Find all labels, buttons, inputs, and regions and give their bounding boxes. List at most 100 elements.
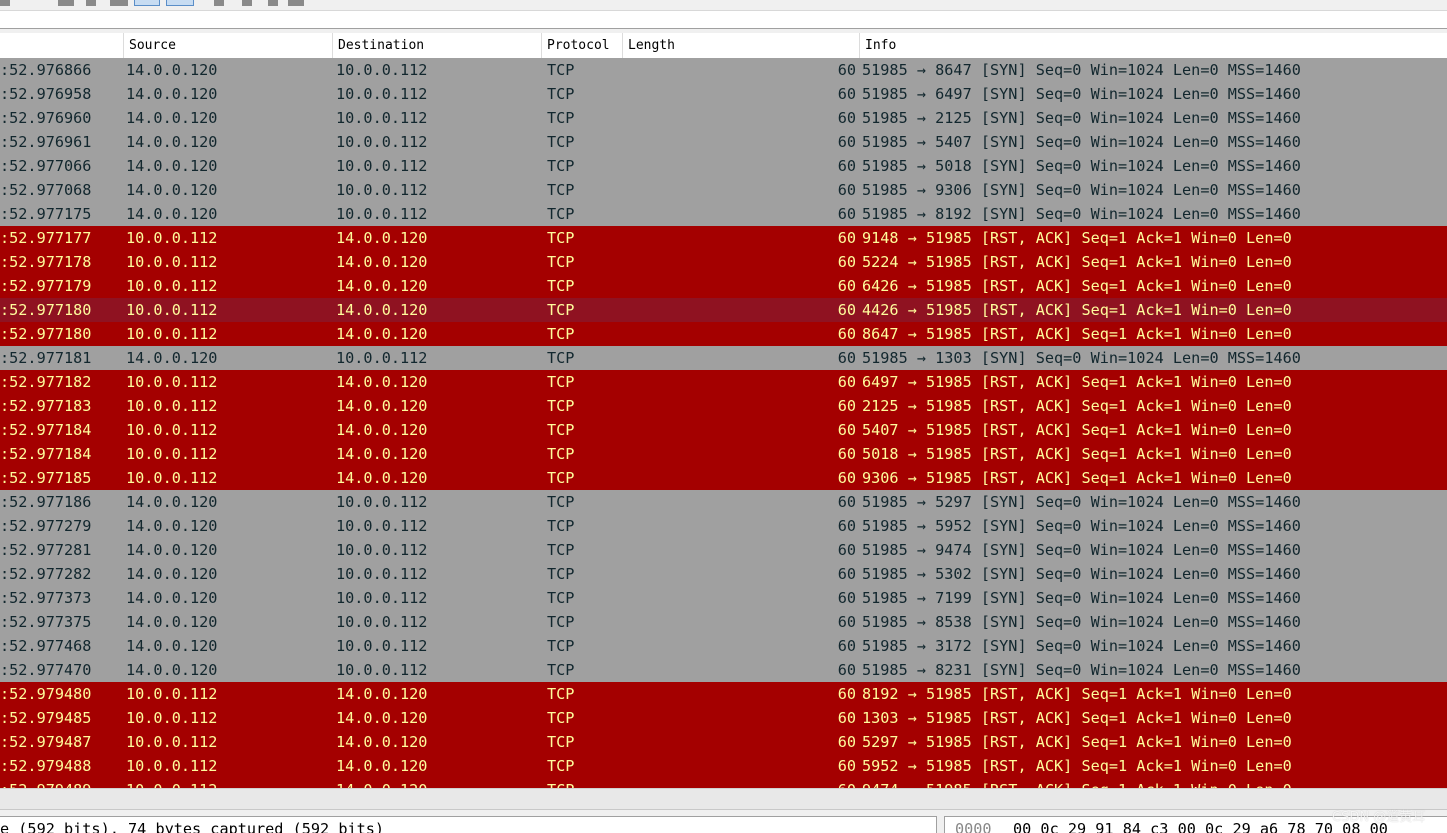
packet-row[interactable]: :52.979487 10.0.0.112 14.0.0.120 TCP 60 5297 … — [0, 730, 1447, 754]
packet-info: 5018 → 51985 [RST, ACK] Seq=1 Ack=1 Win=… — [862, 445, 1292, 463]
column-header-source[interactable]: Source — [123, 33, 333, 58]
packet-row[interactable]: :52.977185 10.0.0.112 14.0.0.120 TCP 60 9306 … — [0, 466, 1447, 490]
packet-length: 60 — [837, 709, 856, 727]
toolbar-icon[interactable] — [0, 0, 10, 6]
packet-row[interactable]: :52.979488 10.0.0.112 14.0.0.120 TCP 60 5952 … — [0, 754, 1447, 778]
packet-row[interactable]: :52.979480 10.0.0.112 14.0.0.120 TCP 60 8192 … — [0, 682, 1447, 706]
packet-info: 4426 → 51985 [RST, ACK] Seq=1 Ack=1 Win=… — [862, 301, 1292, 319]
packet-time: :52.977182 — [0, 373, 92, 391]
packet-info: 5297 → 51985 [RST, ACK] Seq=1 Ack=1 Win=… — [862, 733, 1292, 751]
packet-time: :52.977468 — [0, 637, 92, 655]
packet-row[interactable]: :52.977282 14.0.0.120 10.0.0.112 TCP 60 51985… — [0, 562, 1447, 586]
packet-protocol: TCP — [547, 565, 575, 583]
packet-time: :52.977186 — [0, 493, 92, 511]
packet-details-pane[interactable]: e (592 bits), 74 bytes captured (592 bit… — [0, 816, 937, 833]
packet-protocol: TCP — [547, 229, 575, 247]
toolbar-icon[interactable] — [86, 0, 96, 6]
packet-time: :52.976960 — [0, 109, 92, 127]
column-header-info[interactable]: Info — [859, 33, 1447, 58]
packet-row[interactable]: :52.976958 14.0.0.120 10.0.0.112 TCP 60 51985… — [0, 82, 1447, 106]
packet-length: 60 — [837, 157, 856, 175]
packet-time: :52.977470 — [0, 661, 92, 679]
packet-source: 14.0.0.120 — [126, 661, 218, 679]
resize-columns-icon[interactable] — [288, 0, 304, 6]
packet-destination: 14.0.0.120 — [336, 325, 428, 343]
packet-row[interactable]: :52.979489 10.0.0.112 14.0.0.120 TCP 60 9474 … — [0, 778, 1447, 788]
packet-row[interactable]: :52.977184 10.0.0.112 14.0.0.120 TCP 60 5018 … — [0, 442, 1447, 466]
zoom-in-icon[interactable] — [214, 0, 224, 6]
packet-row[interactable]: :52.977180 10.0.0.112 14.0.0.120 TCP 60 4426 … — [0, 298, 1447, 322]
packet-length: 60 — [837, 469, 856, 487]
packet-info: 51985 → 9474 [SYN] Seq=0 Win=1024 Len=0 … — [862, 541, 1301, 559]
column-header-destination[interactable]: Destination — [332, 33, 542, 58]
packet-row[interactable]: :52.977279 14.0.0.120 10.0.0.112 TCP 60 51985… — [0, 514, 1447, 538]
packet-row[interactable]: :52.976866 14.0.0.120 10.0.0.112 TCP 60 51985… — [0, 58, 1447, 82]
packet-row[interactable]: :52.977375 14.0.0.120 10.0.0.112 TCP 60 51985… — [0, 610, 1447, 634]
packet-protocol: TCP — [547, 685, 575, 703]
packet-source: 10.0.0.112 — [126, 469, 218, 487]
packet-row[interactable]: :52.977281 14.0.0.120 10.0.0.112 TCP 60 51985… — [0, 538, 1447, 562]
packet-row[interactable]: :52.979485 10.0.0.112 14.0.0.120 TCP 60 1303 … — [0, 706, 1447, 730]
packet-row[interactable]: :52.977468 14.0.0.120 10.0.0.112 TCP 60 51985… — [0, 634, 1447, 658]
packet-row[interactable]: :52.977373 14.0.0.120 10.0.0.112 TCP 60 51985… — [0, 586, 1447, 610]
packet-row[interactable]: :52.976961 14.0.0.120 10.0.0.112 TCP 60 51985… — [0, 130, 1447, 154]
packet-source: 14.0.0.120 — [126, 517, 218, 535]
packet-time: :52.979488 — [0, 757, 92, 775]
horizontal-scrollbar[interactable] — [0, 788, 1447, 810]
toolbar-icon[interactable] — [110, 0, 128, 6]
column-header-time[interactable] — [0, 33, 123, 58]
packet-row[interactable]: :52.977186 14.0.0.120 10.0.0.112 TCP 60 51985… — [0, 490, 1447, 514]
packet-source: 10.0.0.112 — [126, 325, 218, 343]
display-filter-input[interactable] — [0, 11, 1447, 29]
packet-row[interactable]: :52.977066 14.0.0.120 10.0.0.112 TCP 60 51985… — [0, 154, 1447, 178]
packet-info: 2125 → 51985 [RST, ACK] Seq=1 Ack=1 Win=… — [862, 397, 1292, 415]
packet-protocol: TCP — [547, 541, 575, 559]
packet-protocol: TCP — [547, 757, 575, 775]
packet-row[interactable]: :52.977183 10.0.0.112 14.0.0.120 TCP 60 2125 … — [0, 394, 1447, 418]
packet-row[interactable]: :52.977178 10.0.0.112 14.0.0.120 TCP 60 5224 … — [0, 250, 1447, 274]
packet-time: :52.977185 — [0, 469, 92, 487]
packet-source: 10.0.0.112 — [126, 757, 218, 775]
packet-row[interactable]: :52.977179 10.0.0.112 14.0.0.120 TCP 60 6426 … — [0, 274, 1447, 298]
packet-row[interactable]: :52.976960 14.0.0.120 10.0.0.112 TCP 60 51985… — [0, 106, 1447, 130]
packet-destination: 14.0.0.120 — [336, 301, 428, 319]
packet-info: 8192 → 51985 [RST, ACK] Seq=1 Ack=1 Win=… — [862, 685, 1292, 703]
packet-row[interactable]: :52.977182 10.0.0.112 14.0.0.120 TCP 60 6497 … — [0, 370, 1447, 394]
packet-list[interactable]: :52.976866 14.0.0.120 10.0.0.112 TCP 60 51985… — [0, 58, 1447, 788]
packet-source: 10.0.0.112 — [126, 373, 218, 391]
zoom-normal-icon[interactable] — [268, 0, 278, 6]
packet-protocol: TCP — [547, 421, 575, 439]
packet-source: 10.0.0.112 — [126, 778, 217, 788]
packet-row[interactable]: :52.977180 10.0.0.112 14.0.0.120 TCP 60 8647 … — [0, 322, 1447, 346]
packet-row[interactable]: :52.977181 14.0.0.120 10.0.0.112 TCP 60 51985… — [0, 346, 1447, 370]
packet-row[interactable]: :52.977184 10.0.0.112 14.0.0.120 TCP 60 5407 … — [0, 418, 1447, 442]
packet-length: 60 — [780, 778, 856, 788]
packet-protocol: TCP — [547, 109, 575, 127]
packet-destination: 14.0.0.120 — [336, 277, 428, 295]
packet-row[interactable]: :52.977177 10.0.0.112 14.0.0.120 TCP 60 9148 … — [0, 226, 1447, 250]
list-icon[interactable] — [58, 0, 74, 6]
packet-row[interactable]: :52.977068 14.0.0.120 10.0.0.112 TCP 60 51985… — [0, 178, 1447, 202]
packet-source: 14.0.0.120 — [126, 613, 218, 631]
packet-protocol: TCP — [547, 349, 575, 367]
colorize-icon[interactable] — [134, 0, 160, 6]
zoom-out-icon[interactable] — [242, 0, 252, 6]
packet-length: 60 — [837, 397, 856, 415]
packet-length: 60 — [837, 61, 856, 79]
packet-info: 51985 → 6497 [SYN] Seq=0 Win=1024 Len=0 … — [862, 85, 1301, 103]
packet-row[interactable]: :52.977470 14.0.0.120 10.0.0.112 TCP 60 51985… — [0, 658, 1447, 682]
packet-length: 60 — [837, 565, 856, 583]
column-header-length[interactable]: Length — [622, 33, 859, 58]
packet-length: 60 — [837, 325, 856, 343]
packet-source: 14.0.0.120 — [126, 157, 218, 175]
packet-destination: 14.0.0.120 — [336, 397, 428, 415]
autoscroll-icon[interactable] — [166, 0, 194, 6]
packet-info: 9148 → 51985 [RST, ACK] Seq=1 Ack=1 Win=… — [862, 229, 1292, 247]
packet-time: :52.979485 — [0, 709, 92, 727]
packet-row[interactable]: :52.977175 14.0.0.120 10.0.0.112 TCP 60 51985… — [0, 202, 1447, 226]
packet-time: :52.977375 — [0, 613, 92, 631]
packet-length: 60 — [837, 253, 856, 271]
packet-source: 14.0.0.120 — [126, 541, 218, 559]
column-header-protocol[interactable]: Protocol — [541, 33, 622, 58]
packet-source: 14.0.0.120 — [126, 565, 218, 583]
